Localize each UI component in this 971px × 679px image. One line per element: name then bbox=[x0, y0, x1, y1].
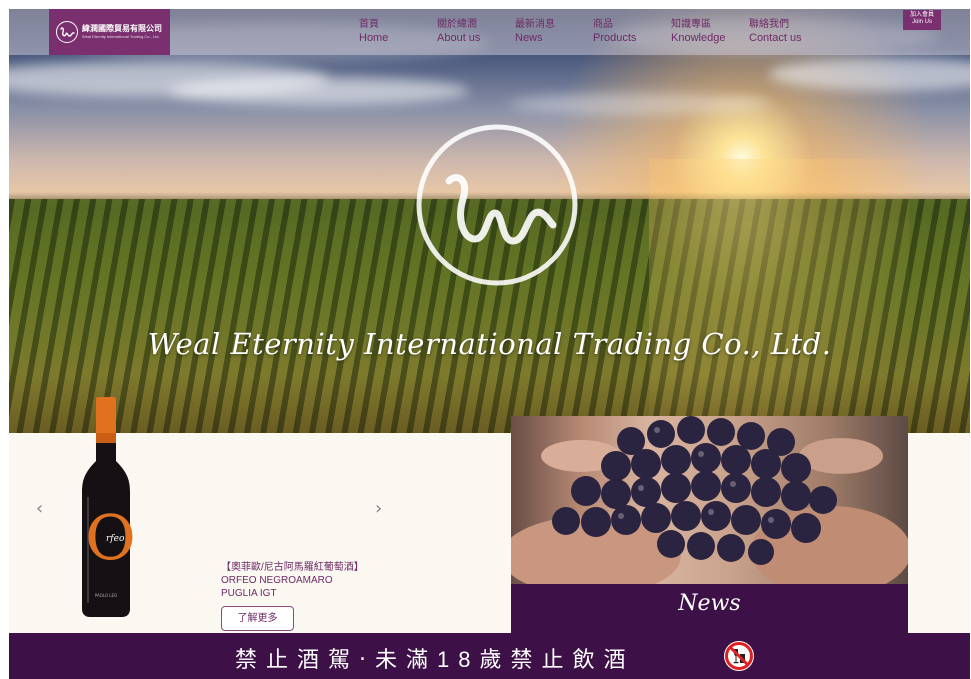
bottle-label-word: rfeo bbox=[106, 534, 125, 544]
join-button[interactable]: 加入會員 Join Us bbox=[903, 10, 941, 30]
page: Weal Eternity International Trading Co.,… bbox=[9, 9, 970, 679]
join-label-en: Join Us bbox=[911, 18, 932, 25]
nav-label-en: Knowledge bbox=[671, 32, 726, 44]
bottle-maker: PAOLO LEO bbox=[95, 593, 117, 598]
product-name-line1: ORFEO NEGROAMARO bbox=[221, 575, 333, 586]
nav-label-zh: 關於緯潤 bbox=[437, 19, 477, 30]
brand-mark-icon bbox=[56, 21, 78, 43]
hero-tagline: Weal Eternity International Trading Co.,… bbox=[147, 327, 832, 361]
nav-label-zh: 商品 bbox=[593, 19, 613, 30]
nav-label-en: About us bbox=[437, 32, 481, 44]
brand-logo[interactable]: 緯潤國際貿易有限公司 Weal Eternity International T… bbox=[49, 9, 170, 55]
news-panel[interactable]: News bbox=[511, 416, 908, 634]
product-name-line2: PUGLIA IGT bbox=[221, 588, 277, 599]
nav-label-en: Home bbox=[359, 32, 389, 44]
nav-label-en: News bbox=[515, 32, 543, 44]
nav-item-home[interactable]: 首頁 Home bbox=[359, 19, 437, 49]
grapes-image bbox=[511, 416, 908, 584]
chevron-right-icon[interactable]: › bbox=[375, 498, 382, 519]
hero-logo-icon bbox=[416, 124, 578, 286]
main-nav: 首頁 Home 關於緯潤 About us 最新消息 News 商品 Produ… bbox=[359, 19, 827, 49]
news-band: News bbox=[511, 584, 908, 634]
product-carousel: ‹ › O rfeo PAOLO LEO 【奧菲歐/尼古阿馬羅紅葡萄酒】 ORF… bbox=[9, 397, 511, 633]
brand-name-zh: 緯潤國際貿易有限公司 bbox=[82, 24, 162, 33]
nav-item-contact[interactable]: 聯絡我們 Contact us bbox=[749, 19, 827, 49]
hero-banner: Weal Eternity International Trading Co.,… bbox=[9, 9, 970, 433]
news-label: News bbox=[678, 591, 741, 616]
nav-item-products[interactable]: 商品 Products bbox=[593, 19, 671, 49]
nav-label-en: Contact us bbox=[749, 32, 802, 44]
nav-label-zh: 首頁 bbox=[359, 19, 379, 30]
nav-label-zh: 知識專區 bbox=[671, 19, 711, 30]
nav-item-news[interactable]: 最新消息 News bbox=[515, 19, 593, 49]
brand-name-en: Weal Eternity International Trading Co.,… bbox=[82, 34, 160, 39]
drinking-warning-text: 禁止酒駕‧未滿18歲禁止飲酒 bbox=[235, 647, 635, 672]
wine-bottle-image: O rfeo PAOLO LEO bbox=[82, 397, 136, 617]
nav-item-knowledge[interactable]: 知識專區 Knowledge bbox=[671, 19, 749, 49]
no-drinking-icon bbox=[724, 641, 754, 671]
nav-item-about[interactable]: 關於緯潤 About us bbox=[437, 19, 515, 49]
nav-label-en: Products bbox=[593, 32, 637, 44]
learn-more-button[interactable]: 了解更多 bbox=[221, 606, 294, 631]
chevron-left-icon[interactable]: ‹ bbox=[36, 498, 43, 519]
nav-label-zh: 最新消息 bbox=[515, 19, 555, 30]
footer-warning-bar: 禁止酒駕‧未滿18歲禁止飲酒 bbox=[9, 633, 970, 679]
product-title: 【奧菲歐/尼古阿馬羅紅葡萄酒】 bbox=[221, 562, 364, 573]
product-info: 【奧菲歐/尼古阿馬羅紅葡萄酒】 ORFEO NEGROAMARO PUGLIA … bbox=[221, 561, 364, 600]
nav-label-zh: 聯絡我們 bbox=[749, 19, 789, 30]
top-navigation-bar: 緯潤國際貿易有限公司 Weal Eternity International T… bbox=[9, 9, 970, 55]
join-label-zh: 加入會員 bbox=[909, 12, 934, 18]
